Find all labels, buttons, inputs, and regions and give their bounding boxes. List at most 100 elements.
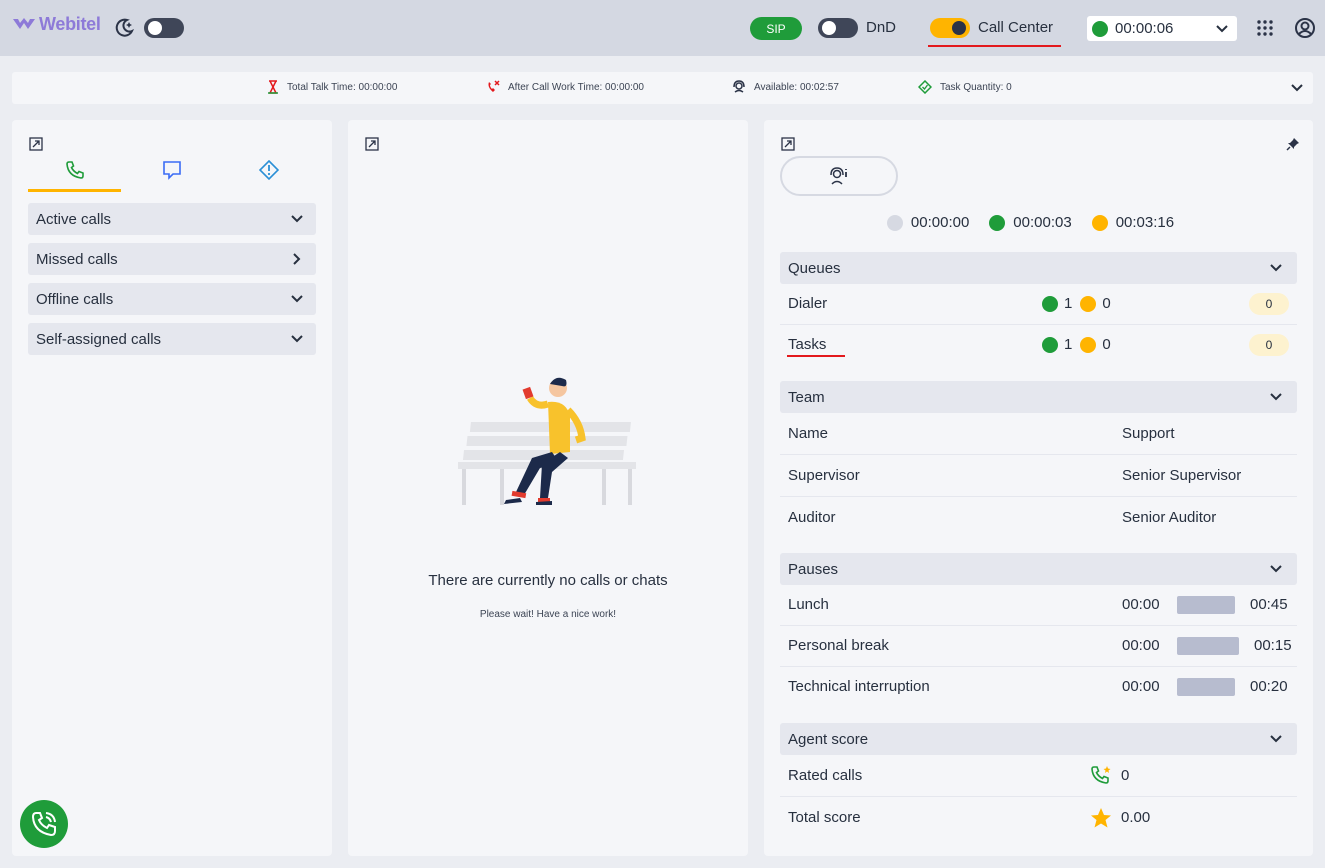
- call-center-toggle[interactable]: [930, 18, 970, 38]
- pause-timer: 00:03:16: [1091, 214, 1175, 231]
- chevron-right-icon: [293, 253, 301, 265]
- status-dot: [886, 214, 903, 231]
- webitel-logo-icon: [13, 17, 35, 29]
- dnd-toggle[interactable]: [818, 18, 858, 38]
- timer-value: 00:00:00: [910, 214, 970, 231]
- team-value: Senior Supervisor: [1122, 467, 1242, 484]
- pause-end: 00:20: [1250, 678, 1288, 695]
- pauses-section-header[interactable]: Pauses: [780, 553, 1297, 585]
- status-dot: [989, 214, 1006, 231]
- rated-phone-icon: [1091, 766, 1111, 784]
- queue-yellow-count: 0: [1102, 336, 1111, 353]
- status-dot: [1080, 295, 1097, 312]
- tab-chats[interactable]: [125, 148, 218, 192]
- new-call-button[interactable]: [20, 800, 68, 848]
- active-calls-section[interactable]: Active calls: [28, 203, 316, 235]
- status-dot: [1080, 336, 1097, 353]
- agent-info-panel: 00:00:00 00:00:03 00:03:16 Queues Dialer…: [764, 120, 1313, 856]
- task-quantity: Task Quantity: 0: [918, 80, 1012, 94]
- chevron-down-icon: [1270, 735, 1282, 743]
- section-label: Missed calls: [36, 250, 118, 268]
- pause-progress-bar: [1177, 678, 1235, 696]
- apps-grid-icon[interactable]: [1255, 18, 1275, 38]
- agent-info-button[interactable]: [780, 156, 898, 196]
- section-title: Queues: [788, 259, 841, 277]
- pause-end: 00:45: [1250, 596, 1288, 613]
- theme-toggle[interactable]: [144, 18, 184, 38]
- webitel-logo[interactable]: Webitel: [12, 14, 101, 35]
- section-title: Pauses: [788, 560, 839, 578]
- missed-calls-section[interactable]: Missed calls: [28, 243, 316, 275]
- offline-timer: 00:00:00: [886, 214, 970, 231]
- task-diamond-icon: [918, 80, 932, 94]
- team-row-supervisor: Supervisor Senior Supervisor: [780, 455, 1297, 497]
- queue-name: Tasks: [788, 336, 827, 353]
- agent-stats-bar: Total Talk Time: 00:00:00 After Call Wor…: [12, 72, 1313, 104]
- queue-badge: 0: [1249, 293, 1289, 315]
- expand-icon[interactable]: [781, 137, 795, 151]
- queue-yellow-count: 0: [1102, 295, 1111, 312]
- workspace-panel: There are currently no calls or chats Pl…: [348, 120, 748, 856]
- call-center-label: Call Center: [978, 19, 1054, 36]
- chevron-down-icon: [291, 215, 303, 223]
- communications-panel: Active calls Missed calls Offline calls …: [12, 120, 332, 856]
- team-row-auditor: Auditor Senior Auditor: [780, 497, 1297, 539]
- timer-value: 00:03:16: [1115, 214, 1175, 231]
- agent-status-select[interactable]: 00:00:06: [1087, 16, 1237, 41]
- alert-icon: [258, 160, 279, 180]
- team-label: Supervisor: [788, 467, 860, 484]
- total-score-value: 0.00: [1121, 809, 1151, 826]
- queues-section-header[interactable]: Queues: [780, 252, 1297, 284]
- available-text: Available: 00:02:57: [754, 81, 839, 93]
- tab-calls[interactable]: [28, 148, 121, 192]
- agent-score-section-header[interactable]: Agent score: [780, 723, 1297, 755]
- chevron-down-icon: [1270, 565, 1282, 573]
- after-call-text: After Call Work Time: 00:00:00: [508, 81, 644, 93]
- section-title: Agent score: [788, 730, 869, 748]
- pin-icon[interactable]: [1286, 137, 1300, 151]
- pause-name: Technical interruption: [788, 678, 930, 695]
- user-account-icon[interactable]: [1293, 16, 1317, 40]
- expand-icon[interactable]: [365, 137, 379, 151]
- queue-row-tasks[interactable]: Tasks 1 0 0: [780, 325, 1297, 365]
- pause-row-technical-interruption[interactable]: Technical interruption 00:00 00:20: [780, 667, 1297, 707]
- tab-alerts[interactable]: [222, 148, 315, 192]
- headset-icon: [733, 80, 745, 93]
- offline-calls-section[interactable]: Offline calls: [28, 283, 316, 315]
- theme-moon-icon[interactable]: [112, 17, 136, 39]
- total-score-row: Total score 0.00: [780, 797, 1297, 839]
- rated-calls-row: Rated calls 0: [780, 755, 1297, 797]
- section-label: Active calls: [36, 210, 112, 228]
- section-title: Team: [788, 388, 825, 406]
- top-bar: Webitel SIP DnD Call Center 00:00:06: [0, 0, 1325, 56]
- pause-end: 00:15: [1254, 637, 1292, 654]
- sip-status-badge[interactable]: SIP: [750, 17, 802, 40]
- call-center-underline: [928, 45, 1061, 47]
- after-call-work-time: After Call Work Time: 00:00:00: [486, 80, 644, 94]
- self-assigned-calls-section[interactable]: Self-assigned calls: [28, 323, 316, 355]
- rated-calls-label: Rated calls: [788, 767, 863, 784]
- phone-icon: [65, 161, 84, 179]
- dnd-label: DnD: [866, 19, 897, 36]
- hourglass-icon: [268, 80, 278, 94]
- tasks-underline: [787, 355, 845, 357]
- status-dot: [1091, 214, 1108, 231]
- team-label: Name: [788, 425, 829, 442]
- chevron-down-icon: [1216, 25, 1228, 33]
- pause-progress-bar: [1177, 637, 1239, 655]
- queue-row-dialer[interactable]: Dialer 1 0 0: [780, 284, 1297, 324]
- status-time: 00:00:06: [1115, 20, 1174, 37]
- chevron-down-icon[interactable]: [1290, 81, 1304, 95]
- team-section-header[interactable]: Team: [780, 381, 1297, 413]
- timer-value: 00:00:03: [1013, 214, 1072, 231]
- status-dot: [1042, 295, 1058, 312]
- pause-start: 00:00: [1122, 637, 1160, 654]
- call-end-icon: [488, 80, 500, 92]
- pause-row-lunch[interactable]: Lunch 00:00 00:45: [780, 585, 1297, 625]
- logo-text: Webitel: [39, 14, 101, 34]
- rated-calls-value: 0: [1121, 767, 1130, 784]
- queue-green-count: 1: [1064, 336, 1073, 353]
- online-timer: 00:00:03: [989, 214, 1072, 231]
- pause-row-personal-break[interactable]: Personal break 00:00 00:15: [780, 626, 1297, 666]
- status-dot: [1092, 20, 1108, 37]
